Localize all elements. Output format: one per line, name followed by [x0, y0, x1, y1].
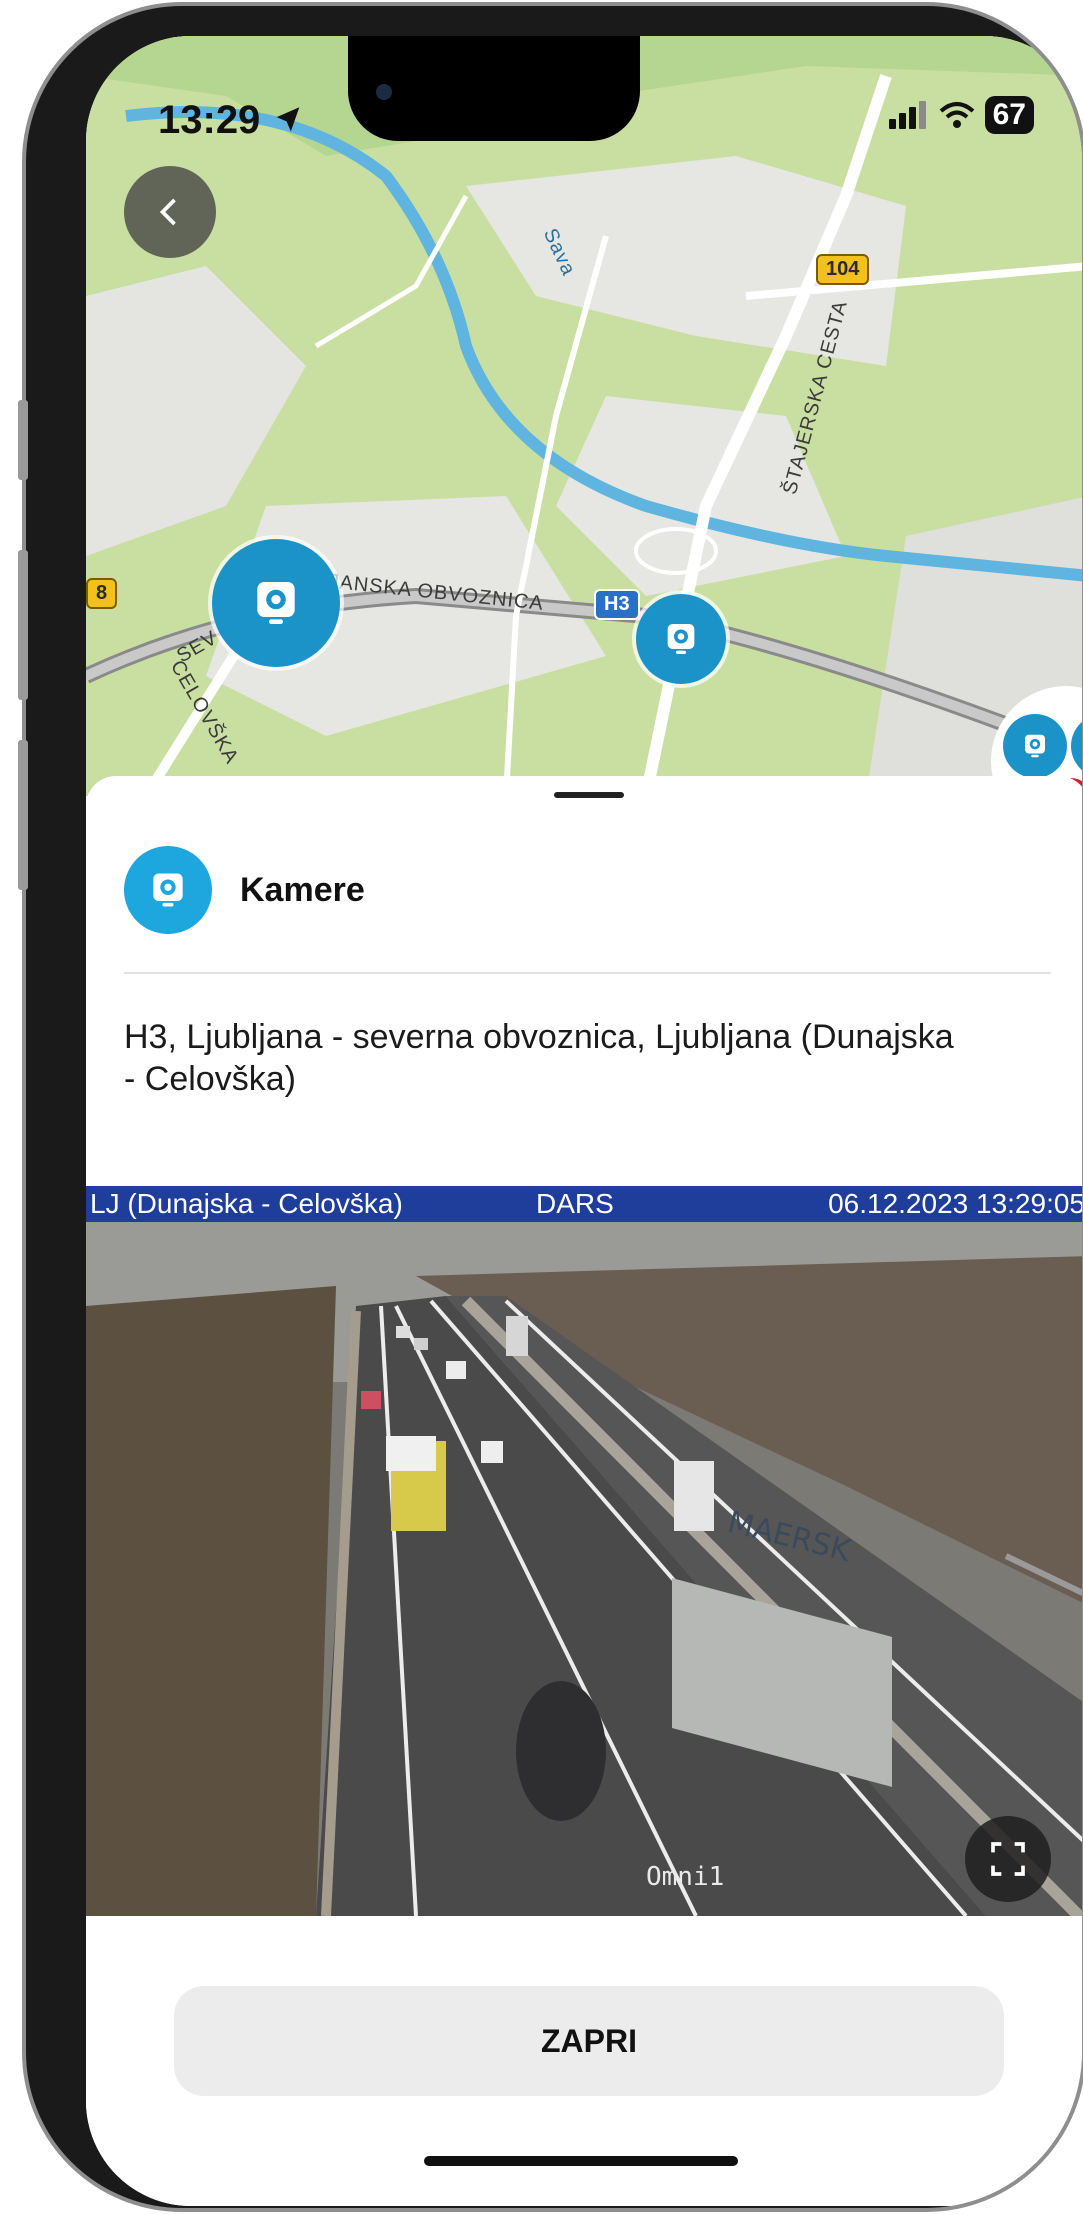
camera-icon [257, 582, 295, 624]
camera-description: H3, Ljubljana - severna obvoznica, Ljubl… [124, 1018, 954, 1098]
camera-location: LJ (Dunajska - Celovška) [90, 1188, 403, 1219]
wifi-icon [939, 102, 974, 128]
camera-icon [667, 624, 695, 654]
category-icon [124, 846, 212, 934]
location-arrow-icon [277, 107, 300, 132]
road-shield-h3: H3 [594, 589, 640, 620]
volume-up-button [18, 550, 28, 700]
volume-down-button [18, 740, 28, 890]
camera-id: Omni1 [646, 1862, 725, 1892]
sheet-header: Kamere [124, 846, 365, 934]
camera-marker[interactable] [1071, 714, 1082, 778]
expand-icon [991, 1842, 1025, 1876]
camera-timestamp: 06.12.2023 13:29:05 [828, 1188, 1083, 1219]
road-shield-104: 104 [816, 254, 870, 285]
camera-icon [153, 873, 183, 907]
chevron-left-icon [159, 198, 176, 226]
camera-image: MAERSK [86, 1186, 1082, 1916]
status-time: 13:29 [158, 98, 305, 143]
camera-icon [1025, 734, 1045, 758]
camera-marker[interactable] [636, 594, 726, 684]
divider [124, 972, 1051, 974]
camera-overlay-bar: LJ (Dunajska - Celovška) DARS 06.12.2023… [86, 1186, 1083, 1222]
road-shield-8: 8 [86, 578, 118, 609]
sheet-grabber[interactable] [554, 792, 624, 798]
fullscreen-button[interactable] [965, 1816, 1051, 1902]
camera-marker-selected[interactable] [212, 539, 340, 667]
sheet-title: Kamere [240, 870, 365, 909]
battery-level: 67 [984, 96, 1034, 134]
camera-marker[interactable] [1003, 714, 1067, 778]
back-button[interactable] [124, 166, 216, 258]
mute-switch [18, 400, 28, 480]
phone-frame: Sava ŠTAJERSKA CESTA LJANSKA OBVOZNICA C… [22, 2, 1083, 2212]
close-button[interactable]: ZAPRI [174, 1986, 1004, 2096]
map-view[interactable]: Sava ŠTAJERSKA CESTA LJANSKA OBVOZNICA C… [86, 36, 1082, 796]
screen: Sava ŠTAJERSKA CESTA LJANSKA OBVOZNICA C… [86, 36, 1083, 2206]
camera-feed[interactable]: MAERSK LJ (Dunajska - Celovška) DARS 06.… [86, 1186, 1083, 1916]
map-base [86, 36, 1082, 796]
signal-icon [888, 101, 926, 129]
status-indicators: 67 [888, 96, 1034, 134]
front-camera [376, 84, 392, 100]
home-indicator[interactable] [424, 2156, 738, 2166]
dynamic-island [348, 36, 640, 141]
bottom-sheet: Kamere H3, Ljubljana - severna obvoznica… [86, 776, 1083, 2206]
camera-operator: DARS [536, 1188, 614, 1219]
